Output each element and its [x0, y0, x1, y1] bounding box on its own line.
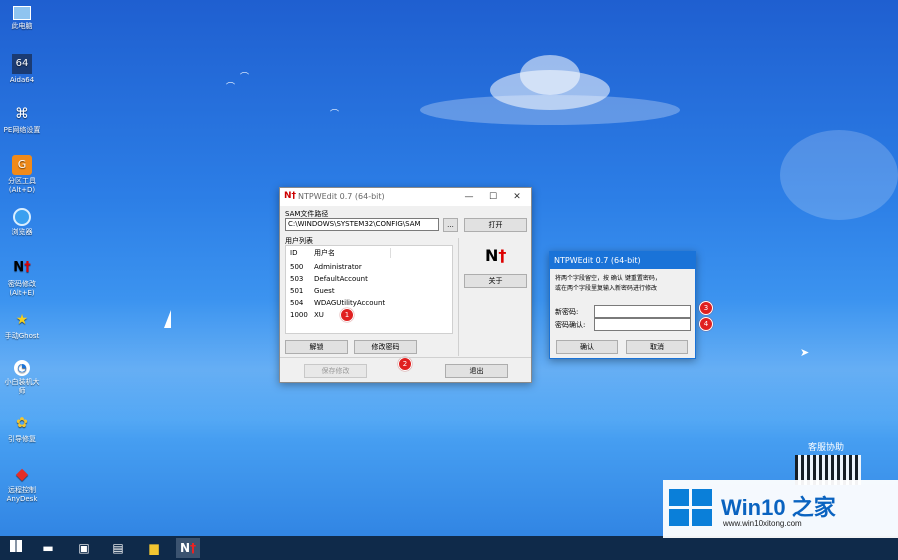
sailboat-icon: [164, 310, 171, 328]
desktop-icon-network[interactable]: ⌘ PE网络设置: [0, 104, 44, 135]
confirm-password-label: 密码确认:: [555, 321, 586, 329]
about-button[interactable]: 关于: [464, 274, 527, 288]
desktop-icon-ghost[interactable]: ★ 手动Ghost: [0, 310, 44, 341]
column-divider: [390, 248, 391, 258]
taskbar-folder-icon[interactable]: ▆: [142, 538, 166, 558]
password-tool-icon: N†: [13, 260, 31, 275]
divider: [458, 238, 459, 356]
ntpwedit-logo-icon: N†: [284, 191, 297, 201]
annotation-badge-3: 3: [699, 301, 713, 315]
desktop-icon-anydesk[interactable]: ◆ 远程控制 AnyDesk: [0, 464, 44, 504]
taskbar-drive-icon[interactable]: ▬: [36, 538, 60, 558]
windows-logo-icon: [669, 489, 713, 527]
support-label: 客服协助: [808, 443, 845, 453]
desktop-icon-aida64[interactable]: 64 Aida64: [0, 54, 44, 85]
desktop-icon-computer[interactable]: 此电脑: [0, 4, 44, 31]
save-changes-button[interactable]: 保存修改: [304, 364, 367, 378]
anydesk-icon: ◆: [15, 464, 29, 483]
cloud: [420, 95, 680, 125]
sam-path-input[interactable]: C:\WINDOWS\SYSTEM32\CONFIG\SAM: [285, 218, 439, 231]
annotation-badge-1: 1: [340, 308, 354, 322]
desktop-icon-browser[interactable]: 浏览器: [0, 208, 44, 237]
column-header-id[interactable]: ID: [290, 248, 297, 259]
cancel-button[interactable]: 取消: [626, 340, 688, 354]
watermark: Win10 之家 www.win10xitong.com: [663, 480, 898, 538]
bird-icon: ⌒: [330, 110, 340, 120]
aida64-icon: 64: [12, 54, 32, 74]
ghost-icon: ★: [15, 312, 29, 328]
confirm-password-input[interactable]: [594, 318, 691, 331]
new-password-input[interactable]: [594, 305, 691, 318]
bird-icon: ⌒: [226, 83, 236, 93]
mouse-cursor-icon: ➤: [800, 346, 810, 359]
browse-button[interactable]: ...: [443, 218, 458, 232]
taskbar-computer-icon[interactable]: ▣: [72, 538, 96, 558]
annotation-badge-4: 4: [699, 317, 713, 331]
windows-logo-icon: [10, 540, 22, 552]
cloud: [520, 55, 580, 95]
close-icon[interactable]: ✕: [505, 188, 529, 206]
new-password-label: 新密码:: [555, 308, 579, 316]
network-icon: ⌘: [15, 106, 29, 122]
dialog-hint-line1: 将两个字段留空，按 确认 键重置密码，: [555, 275, 661, 282]
divider: [280, 357, 531, 358]
exit-button[interactable]: 退出: [445, 364, 508, 378]
installer-icon: ◔: [14, 360, 30, 376]
desktop-icon-boot-repair[interactable]: ✿ 引导修复: [0, 413, 44, 444]
desktop-icon-installer[interactable]: ◔ 小白装机大 师: [0, 360, 44, 396]
desktop-icon-partition[interactable]: G 分区工具 (Alt+D): [0, 155, 44, 195]
annotation-badge-2: 2: [398, 357, 412, 371]
main-window-titlebar[interactable]: N† NTPWEdit 0.7 (64-bit) — ☐ ✕: [280, 188, 531, 206]
ntpwedit-large-logo-icon: N†: [485, 246, 507, 265]
start-button[interactable]: [4, 538, 28, 558]
partition-tool-icon: G: [12, 155, 32, 175]
taskbar: ▬ ▣ ▤ ▆ N†: [0, 536, 898, 560]
watermark-url: www.win10xitong.com: [723, 519, 802, 528]
unlock-button[interactable]: 解锁: [285, 340, 348, 354]
confirm-button[interactable]: 确认: [556, 340, 618, 354]
cloud: [780, 130, 898, 220]
bird-icon: ⌒: [240, 73, 250, 83]
user-list[interactable]: ID 用户名 500 Administrator 503 DefaultAcco…: [285, 245, 453, 334]
watermark-title: Win10 之家: [721, 495, 836, 520]
desktop-icon-password[interactable]: N† 密码修改 (Alt+E): [0, 258, 44, 298]
main-window-title: NTPWEdit 0.7 (64-bit): [298, 192, 385, 201]
computer-icon: [13, 6, 31, 20]
column-header-username[interactable]: 用户名: [314, 248, 335, 259]
change-password-button[interactable]: 修改密码: [354, 340, 417, 354]
boot-repair-icon: ✿: [16, 415, 28, 431]
minimize-icon[interactable]: —: [457, 188, 481, 206]
dialog-hint-line2: 或在两个字段里复输入新密码进行修改: [555, 285, 658, 292]
password-dialog: NTPWEdit 0.7 (64-bit) 将两个字段留空，按 确认 键重置密码…: [549, 251, 696, 359]
taskbar-ntpwedit-icon[interactable]: N†: [176, 538, 200, 558]
open-button[interactable]: 打开: [464, 218, 527, 232]
ntpwedit-main-window: N† NTPWEdit 0.7 (64-bit) — ☐ ✕ SAM文件路径 C…: [279, 187, 532, 383]
browser-icon: [13, 208, 31, 226]
password-dialog-titlebar[interactable]: NTPWEdit 0.7 (64-bit): [550, 252, 695, 269]
taskbar-network-icon[interactable]: ▤: [106, 538, 130, 558]
maximize-icon[interactable]: ☐: [481, 188, 505, 206]
